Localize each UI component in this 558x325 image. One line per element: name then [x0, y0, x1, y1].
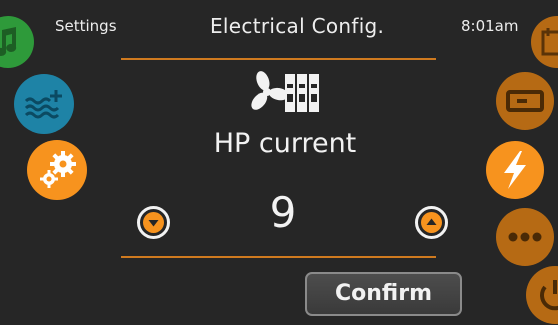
lightning-icon[interactable]: [486, 141, 544, 199]
setting-value: 9: [269, 188, 297, 237]
arrow-up-icon: [426, 218, 437, 225]
fan-heatpump-icon: [251, 70, 321, 114]
confirm-button[interactable]: Confirm: [305, 272, 462, 316]
music-icon[interactable]: [0, 16, 34, 68]
power-icon[interactable]: [526, 266, 558, 324]
bottom-divider: [121, 256, 436, 258]
electrical-config-screen: Settings Electrical Config. 8:01am HP cu…: [0, 0, 558, 325]
calendar-icon[interactable]: [531, 16, 558, 68]
increase-button[interactable]: [415, 206, 448, 239]
setting-label: HP current: [213, 128, 357, 159]
settings-gears-icon[interactable]: [27, 140, 87, 200]
page-title: Electrical Config.: [210, 14, 385, 38]
top-divider: [121, 58, 436, 60]
water-temperature-icon[interactable]: [14, 74, 74, 134]
arrow-down-icon: [148, 220, 159, 227]
more-icon[interactable]: [496, 208, 554, 266]
breadcrumb-settings[interactable]: Settings: [55, 17, 117, 35]
decrease-button[interactable]: [137, 206, 170, 239]
clock: 8:01am: [461, 17, 519, 35]
display-icon[interactable]: [496, 72, 554, 130]
header-bar: Settings Electrical Config. 8:01am: [0, 0, 558, 52]
